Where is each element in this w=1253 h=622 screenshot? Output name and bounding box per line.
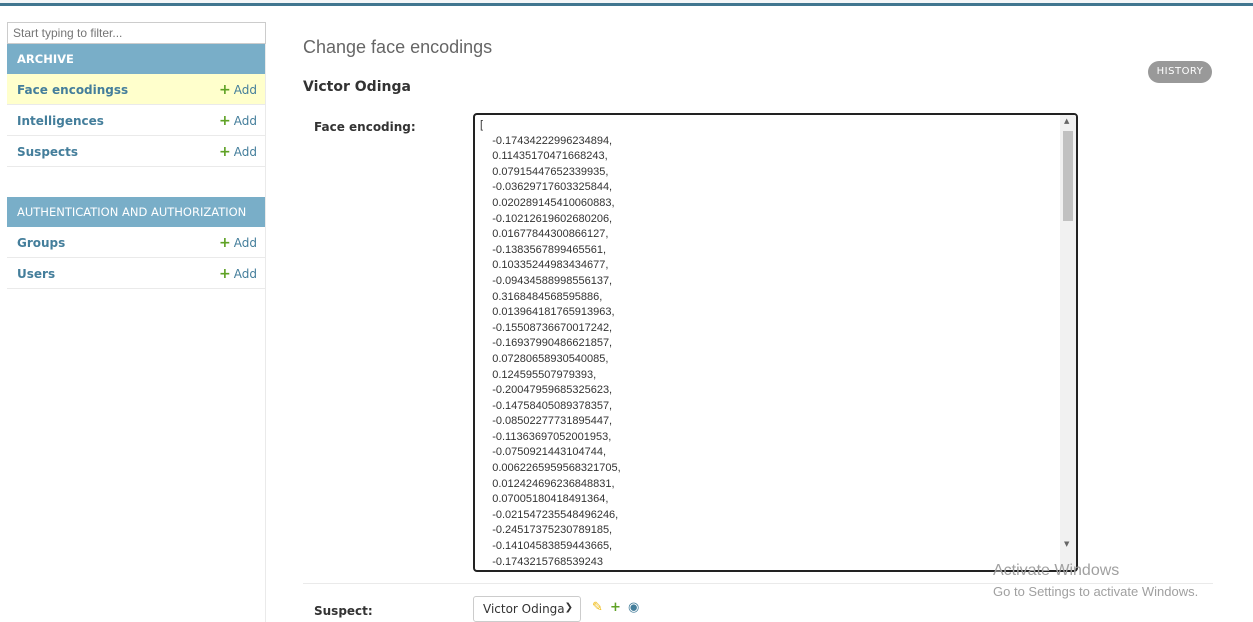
face-encoding-text: [ -0.17434222996234894, 0.11435170471668… <box>480 119 621 568</box>
add-users-link[interactable]: + Add <box>219 266 257 282</box>
scroll-thumb[interactable] <box>1063 131 1073 221</box>
sidebar-item-label[interactable]: Intelligences <box>17 114 104 128</box>
sidebar-item-users[interactable]: Users + Add <box>7 258 265 289</box>
sidebar-item-face-encodingss[interactable]: Face encodingss + Add <box>7 74 265 105</box>
page-title: Change face encodings <box>303 37 493 57</box>
sidebar-item-label[interactable]: Suspects <box>17 145 78 159</box>
history-button[interactable]: HISTORY <box>1148 61 1212 83</box>
module-caption-auth: AUTHENTICATION AND AUTHORIZATION <box>7 197 265 227</box>
scroll-up-icon[interactable]: ▲ <box>1064 117 1069 125</box>
sidebar-item-intelligences[interactable]: Intelligences + Add <box>7 105 265 136</box>
pencil-icon[interactable]: ✎ <box>592 600 603 615</box>
module-caption-archive: ARCHIVE <box>7 44 265 74</box>
textarea-scrollbar[interactable]: ▲ ▼ <box>1060 115 1076 570</box>
sidebar: ARCHIVE Face encodingss +Add Intelligenc… <box>7 22 266 622</box>
chevron-down-icon: ❯ <box>564 602 573 613</box>
sidebar-item-label[interactable]: Face encodingss <box>17 83 128 97</box>
sidebar-filter-input[interactable] <box>7 22 266 44</box>
face-encoding-label: Face encoding: <box>314 120 416 134</box>
sidebar-item-groups[interactable]: Groups + Add <box>7 227 265 258</box>
add-label: Add <box>233 267 257 281</box>
activate-windows-subtitle: Go to Settings to activate Windows. <box>993 584 1199 599</box>
add-groups-link[interactable]: + Add <box>219 235 257 251</box>
add-intelligences-link[interactable]: + Add <box>219 113 257 129</box>
activate-windows-title: Activate Windows <box>993 562 1120 579</box>
plus-icon: + <box>219 144 231 160</box>
plus-icon: + <box>219 113 231 129</box>
add-label: Add <box>233 236 257 250</box>
plus-icon[interactable]: + <box>610 600 621 615</box>
add-face-encodingss-link[interactable]: + Add <box>219 82 257 98</box>
module-auth: AUTHENTICATION AND AUTHORIZATION Groups … <box>7 197 265 289</box>
plus-icon: + <box>219 82 231 98</box>
header-bar <box>0 0 1253 6</box>
plus-icon: + <box>219 266 231 282</box>
module-spacer <box>7 167 265 197</box>
suspect-label: Suspect: <box>314 604 373 618</box>
sidebar-item-label[interactable]: Groups <box>17 236 65 250</box>
suspect-select[interactable]: Victor Odinga ❯ <box>473 596 581 622</box>
suspect-selected-value: Victor Odinga <box>483 602 565 616</box>
add-label: Add <box>233 114 257 128</box>
add-label: Add <box>233 83 257 97</box>
sidebar-item-label[interactable]: Users <box>17 267 55 281</box>
add-suspects-link[interactable]: + Add <box>219 144 257 160</box>
plus-icon: + <box>219 235 231 251</box>
sidebar-item-suspects[interactable]: Suspects + Add <box>7 136 265 167</box>
scroll-down-icon[interactable]: ▼ <box>1064 540 1069 548</box>
object-name: Victor Odinga <box>303 79 411 95</box>
add-label: Add <box>233 145 257 159</box>
eye-icon[interactable]: ◉ <box>628 600 639 615</box>
face-encoding-textarea[interactable]: [ -0.17434222996234894, 0.11435170471668… <box>473 113 1078 572</box>
module-archive: ARCHIVE Face encodingss + Add Intelligenc… <box>7 44 265 167</box>
